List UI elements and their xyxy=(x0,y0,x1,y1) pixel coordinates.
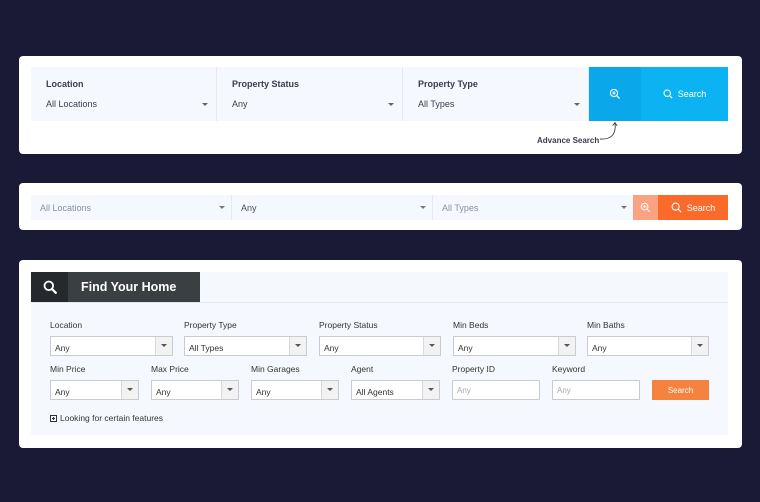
search-icon xyxy=(43,280,57,294)
max-price-select[interactable]: Any xyxy=(151,380,239,400)
min-beds-label: Min Beds xyxy=(453,320,489,330)
location-value: Any xyxy=(55,343,70,353)
caret-down-icon xyxy=(574,103,580,106)
features-toggle-label: Looking for certain features xyxy=(60,413,164,423)
search-panel-style-3: Find Your Home Location Property Type Pr… xyxy=(19,260,742,448)
zoom-in-icon xyxy=(640,202,651,213)
advance-search-button[interactable] xyxy=(589,67,641,121)
chevron-down-icon xyxy=(422,381,439,399)
property-status-select[interactable]: Any xyxy=(319,336,441,356)
property-status-label: Property Status xyxy=(319,320,378,330)
property-type-select[interactable]: All Types xyxy=(433,195,633,220)
property-type-value: All Types xyxy=(418,99,455,109)
caret-down-icon xyxy=(420,206,426,209)
chevron-down-icon xyxy=(155,337,172,355)
keyword-label: Keyword xyxy=(552,364,586,374)
location-label: Location xyxy=(46,79,84,89)
chevron-down-icon xyxy=(321,381,338,399)
location-label: Location xyxy=(50,320,83,330)
min-garages-label: Min Garages xyxy=(251,364,300,374)
property-id-label: Property ID xyxy=(452,364,495,374)
max-price-value: Any xyxy=(156,387,171,397)
min-baths-select[interactable]: Any xyxy=(587,336,709,356)
property-id-input[interactable]: Any xyxy=(452,380,540,400)
min-garages-select[interactable]: Any xyxy=(251,380,339,400)
search-button[interactable]: Search xyxy=(652,380,709,400)
advance-search-button[interactable] xyxy=(633,195,658,220)
min-baths-value: Any xyxy=(592,343,607,353)
chevron-down-icon xyxy=(121,381,138,399)
location-select[interactable]: Any xyxy=(50,336,173,356)
search-panel-style-2: All Locations Any All Types Search xyxy=(19,183,742,230)
location-select[interactable]: Location All Locations xyxy=(31,67,217,121)
search-bar: All Locations Any All Types xyxy=(31,195,633,220)
curved-arrow-icon xyxy=(599,121,618,140)
min-beds-value: Any xyxy=(458,343,473,353)
chevron-down-icon xyxy=(691,337,708,355)
form-title: Find Your Home xyxy=(68,272,200,302)
property-type-label: Property Type xyxy=(184,320,237,330)
chevron-down-icon xyxy=(558,337,575,355)
property-type-select[interactable]: Property Type All Types xyxy=(403,67,589,121)
caret-down-icon xyxy=(219,206,225,209)
min-price-label: Min Price xyxy=(50,364,86,374)
agent-value: All Agents xyxy=(356,387,394,397)
search-icon xyxy=(671,202,682,213)
agent-select[interactable]: All Agents xyxy=(351,380,440,400)
property-status-select[interactable]: Any xyxy=(232,195,433,220)
property-type-select[interactable]: All Types xyxy=(184,336,307,356)
caret-down-icon xyxy=(202,103,208,106)
property-status-select[interactable]: Property Status Any xyxy=(217,67,403,121)
location-value: All Locations xyxy=(46,99,98,109)
property-type-label: Property Type xyxy=(418,79,478,89)
property-type-value: All Types xyxy=(442,203,479,213)
chevron-down-icon xyxy=(423,337,440,355)
plus-square-icon xyxy=(50,414,57,422)
property-status-label: Property Status xyxy=(232,79,300,89)
min-price-select[interactable]: Any xyxy=(50,380,139,400)
features-toggle[interactable]: Looking for certain features xyxy=(50,413,163,423)
chevron-down-icon xyxy=(289,337,306,355)
property-status-value: Any xyxy=(241,203,257,213)
search-icon xyxy=(663,89,673,99)
search-button-label: Search xyxy=(677,89,707,99)
search-panel-style-1: Location All Locations Property Status A… xyxy=(19,56,742,154)
chevron-down-icon xyxy=(221,381,238,399)
form-header: Find Your Home xyxy=(31,272,200,302)
min-baths-label: Min Baths xyxy=(587,320,625,330)
location-value: All Locations xyxy=(40,203,92,213)
caret-down-icon xyxy=(621,206,627,209)
property-status-value: Any xyxy=(232,99,248,109)
max-price-label: Max Price xyxy=(151,364,189,374)
property-status-value: Any xyxy=(324,343,339,353)
zoom-in-icon xyxy=(609,88,621,100)
caret-down-icon xyxy=(388,103,394,106)
search-button[interactable]: Search xyxy=(658,195,728,220)
agent-label: Agent xyxy=(351,364,374,374)
advance-search-label: Advance Search xyxy=(537,136,600,145)
property-type-value: All Types xyxy=(189,343,224,353)
search-button[interactable]: Search xyxy=(641,67,728,121)
divider xyxy=(31,302,728,303)
location-select[interactable]: All Locations xyxy=(31,195,232,220)
min-beds-select[interactable]: Any xyxy=(453,336,576,356)
search-button-label: Search xyxy=(686,202,716,213)
keyword-input[interactable]: Any xyxy=(552,380,640,400)
min-garages-value: Any xyxy=(256,387,271,397)
min-price-value: Any xyxy=(55,387,70,397)
search-icon-box xyxy=(31,272,68,302)
